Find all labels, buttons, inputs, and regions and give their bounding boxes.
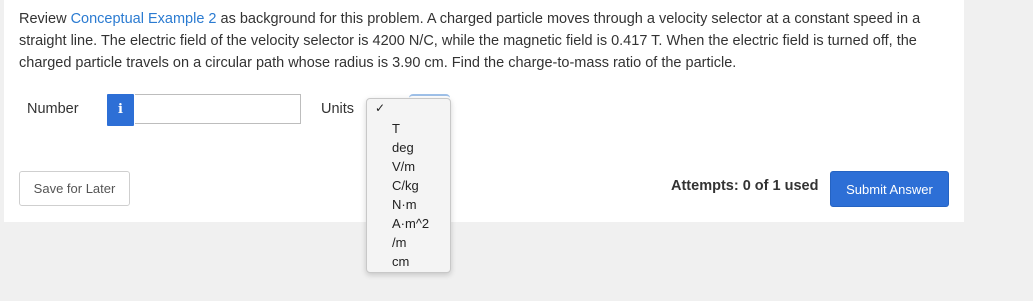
- units-option-a-m2[interactable]: A·m^2: [392, 216, 429, 232]
- attempts-counter: Attempts: 0 of 1 used: [671, 178, 819, 194]
- units-option-per-m[interactable]: /m: [392, 235, 406, 251]
- units-option-v-per-m[interactable]: V/m: [392, 159, 415, 175]
- units-dropdown-menu[interactable]: ✓ T deg V/m C/kg N·m A·m^2 /m cm: [366, 98, 451, 273]
- units-option-c-per-kg[interactable]: C/kg: [392, 178, 419, 194]
- submit-answer-button[interactable]: Submit Answer: [830, 171, 949, 207]
- conceptual-example-link[interactable]: Conceptual Example 2: [71, 11, 217, 27]
- units-option-cm[interactable]: cm: [392, 254, 409, 270]
- info-icon[interactable]: i: [107, 94, 134, 126]
- number-label: Number: [27, 101, 79, 117]
- question-intro: Review: [19, 11, 71, 27]
- units-option-deg[interactable]: deg: [392, 140, 414, 156]
- question-text: Review Conceptual Example 2 as backgroun…: [19, 8, 954, 74]
- question-card: Review Conceptual Example 2 as backgroun…: [4, 0, 964, 222]
- units-option-t[interactable]: T: [392, 121, 400, 137]
- checkmark-icon: ✓: [375, 101, 386, 115]
- units-label: Units: [321, 101, 355, 117]
- save-for-later-button[interactable]: Save for Later: [19, 171, 130, 206]
- number-input[interactable]: [135, 94, 301, 124]
- units-option-n-m[interactable]: N·m: [392, 197, 417, 213]
